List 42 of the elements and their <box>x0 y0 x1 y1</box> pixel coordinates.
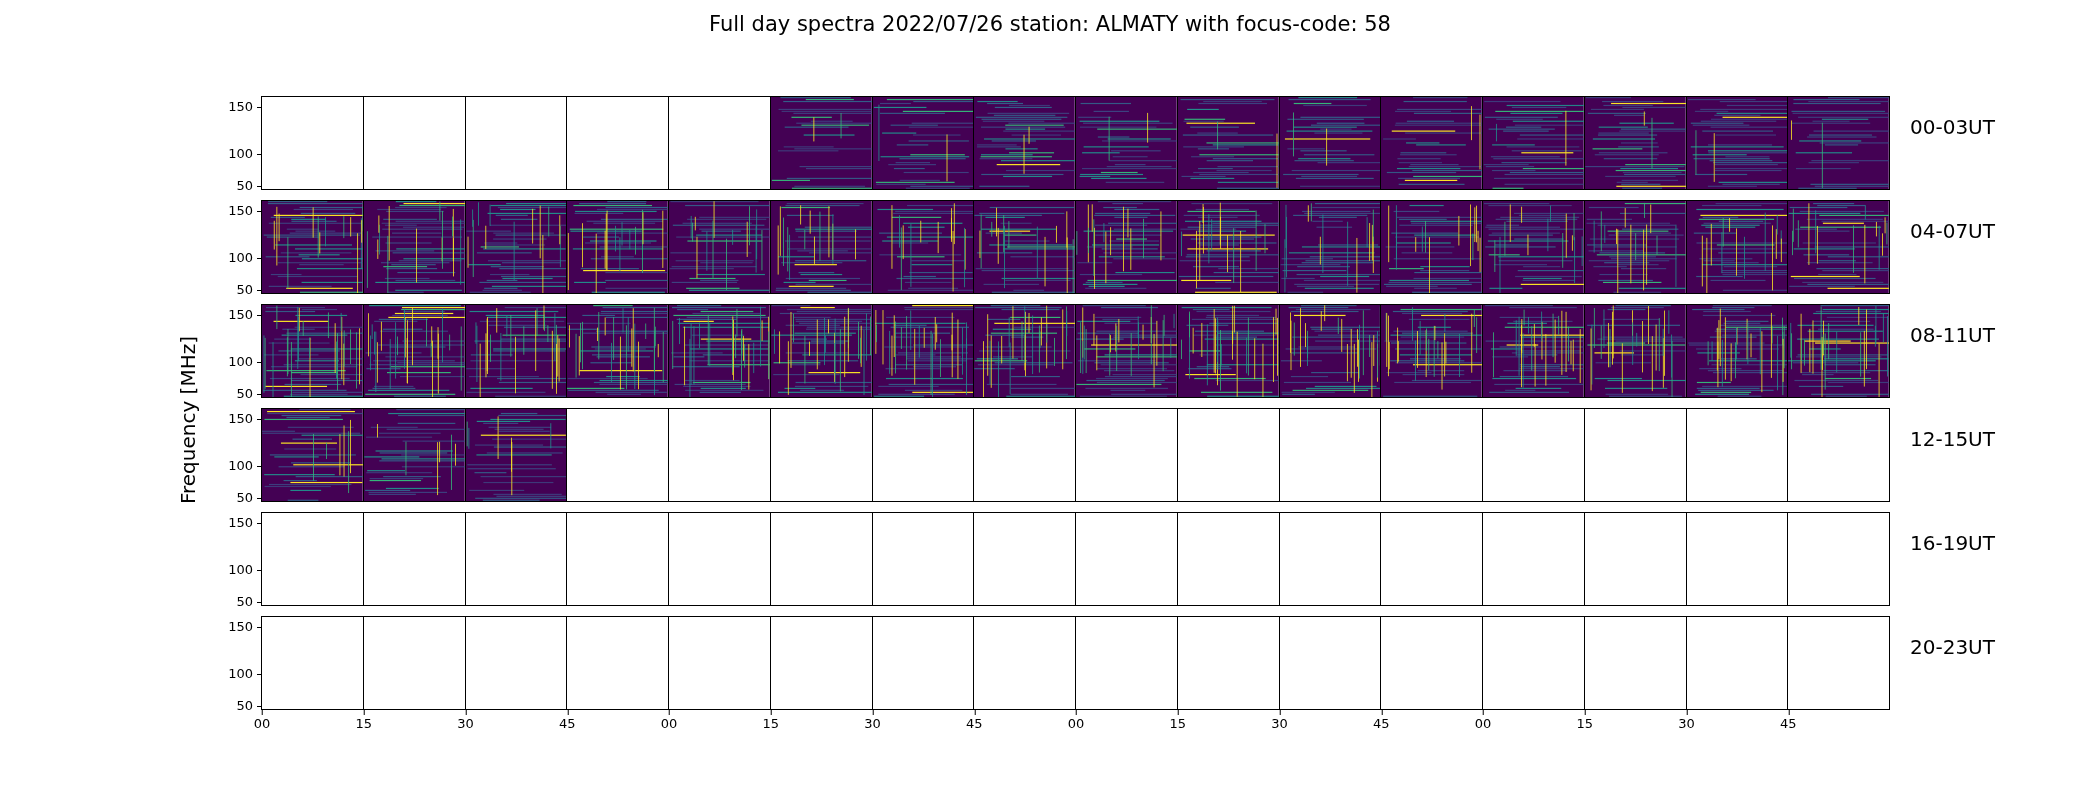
row-time-label: 04-07UT <box>1910 219 1995 243</box>
x-tick-label: 45 <box>1373 710 1390 731</box>
x-tick-label: 15 <box>355 710 372 731</box>
figure-title: Full day spectra 2022/07/26 station: ALMATY with focus-code: 58 <box>708 11 1392 38</box>
y-tick-label: 150 <box>228 619 262 634</box>
x-tick-label: 30 <box>457 710 474 731</box>
y-tick-label: 50 <box>236 490 262 505</box>
x-tick-label: 45 <box>559 710 576 731</box>
y-tick-label: 50 <box>236 386 262 401</box>
x-tick-label: 30 <box>864 710 881 731</box>
y-tick-label: 100 <box>228 562 262 577</box>
x-tick-label: 30 <box>1678 710 1695 731</box>
y-tick-label: 100 <box>228 458 262 473</box>
y-tick-label: 100 <box>228 354 262 369</box>
row-time-label: 00-03UT <box>1910 115 1995 139</box>
y-tick-label: 150 <box>228 99 262 114</box>
x-tick-label: 45 <box>1780 710 1797 731</box>
y-tick-label: 50 <box>236 594 262 609</box>
y-tick-label: 150 <box>228 411 262 426</box>
x-tick-label: 15 <box>1576 710 1593 731</box>
x-tick-label: 00 <box>253 710 271 731</box>
row-time-label: 16-19UT <box>1910 531 1995 555</box>
x-tick-label: 15 <box>762 710 779 731</box>
y-tick-label: 50 <box>236 698 262 713</box>
y-tick-label: 50 <box>236 282 262 297</box>
x-tick-label: 30 <box>1271 710 1288 731</box>
row-time-label: 12-15UT <box>1910 427 1995 451</box>
x-tick-label: 00 <box>1067 710 1085 731</box>
y-tick-label: 150 <box>228 307 262 322</box>
y-tick-label: 100 <box>228 666 262 681</box>
x-tick-label: 00 <box>660 710 678 731</box>
x-tick-label: 00 <box>1474 710 1492 731</box>
x-tick-label: 15 <box>1169 710 1186 731</box>
x-tick-label: 45 <box>966 710 983 731</box>
y-tick-label: 100 <box>228 250 262 265</box>
y-tick-label: 150 <box>228 515 262 530</box>
y-tick-label: 50 <box>236 178 262 193</box>
y-tick-label: 150 <box>228 203 262 218</box>
row-time-label: 20-23UT <box>1910 635 1995 659</box>
y-axis-label: Frequency [MHz] <box>176 335 200 505</box>
row-time-label: 08-11UT <box>1910 323 1995 347</box>
y-tick-label: 100 <box>228 146 262 161</box>
